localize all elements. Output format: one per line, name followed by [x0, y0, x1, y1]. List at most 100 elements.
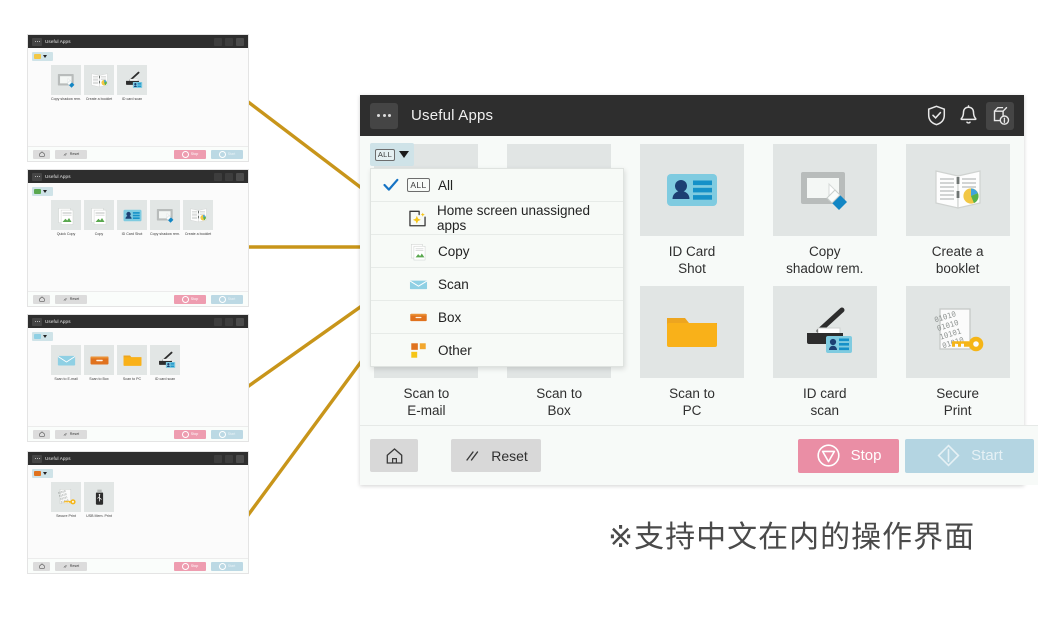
- secure-print-key-icon: 0101001010 1010101010: [926, 300, 990, 364]
- scan-envelope-icon: [408, 274, 429, 295]
- dropdown-item-box[interactable]: Box: [371, 301, 623, 334]
- app-tile[interactable]: [640, 286, 744, 378]
- printer-status-icon: [236, 38, 244, 46]
- app-item-id-card-shot[interactable]: ID Card Shot: [626, 144, 759, 286]
- reset-slashes-icon: [63, 564, 68, 569]
- reset-button: Reset: [55, 150, 87, 159]
- app-item-copy-shadow-rem[interactable]: Copy shadow rem.: [758, 144, 891, 286]
- start-label: Start: [228, 564, 236, 568]
- home-icon: [39, 296, 45, 302]
- thumb-app-label: Secure Print: [51, 514, 81, 518]
- printer-status-icon: [236, 455, 244, 463]
- thumb-header: Useful Apps: [28, 315, 248, 328]
- dropdown-item-all[interactable]: ALL All: [371, 169, 623, 202]
- thumb-header: Useful Apps: [28, 452, 248, 465]
- dropdown-item-home-screen-unassigned-apps[interactable]: Home screen unassigned apps: [371, 202, 623, 235]
- shield-check-icon: [214, 318, 222, 326]
- reset-button: Reset: [55, 430, 87, 439]
- filter-all-badge: ALL: [375, 149, 395, 161]
- thumb-app-tile: 0101001010 1010101010: [51, 482, 81, 512]
- chevron-down-icon: [43, 55, 47, 58]
- thumb-body: Copy shadow rem. Create a booklet: [28, 48, 248, 146]
- open-booklet-icon: [926, 158, 990, 222]
- filter-dropdown-menu[interactable]: ALL All Home screen unassigned apps Copy…: [370, 168, 624, 367]
- app-item-secure-print[interactable]: 0101001010 1010101010 Secure Print: [891, 286, 1024, 428]
- start-button[interactable]: Start: [905, 439, 1034, 473]
- start-button: Start: [211, 562, 243, 571]
- thumb-app-label: Copy shadow rem.: [51, 97, 81, 101]
- start-diamond-icon: [219, 563, 226, 570]
- chevron-down-icon: [43, 190, 47, 193]
- thumbnail-panel-scan: Useful Apps Scan to E-mail Scan to Box: [28, 315, 248, 441]
- dropdown-item-label: Home screen unassigned apps: [437, 203, 611, 233]
- thumb-filter-chip: [32, 332, 53, 341]
- app-label: ID Card Shot: [669, 244, 716, 277]
- bottom-toolbar: Reset Stop Start: [360, 425, 1038, 485]
- thumb-app-item: Copy: [84, 200, 114, 236]
- stop-button: Stop: [174, 430, 206, 439]
- thumb-app-item: USB Mem. Print: [84, 482, 114, 518]
- thumb-app-label: ID card scan: [150, 377, 180, 381]
- stop-button: Stop: [174, 150, 206, 159]
- thumb-app-item: Create a booklet: [84, 65, 114, 101]
- app-label: Secure Print: [936, 386, 979, 419]
- dropdown-item-icon: [408, 340, 429, 361]
- app-label: Scan to E-mail: [404, 386, 450, 419]
- reset-button[interactable]: Reset: [451, 439, 541, 472]
- filter-dropdown-button[interactable]: ALL: [370, 143, 414, 166]
- chevron-down-icon: [43, 335, 47, 338]
- thumb-app-item: ID Card Shot: [117, 200, 147, 236]
- stop-octagon-icon: [182, 431, 189, 438]
- reset-label: Reset: [70, 152, 79, 156]
- app-label: Scan to PC: [669, 386, 715, 419]
- dropdown-item-other[interactable]: Other: [371, 334, 623, 366]
- home-icon: [39, 563, 45, 569]
- stop-octagon-icon: [182, 151, 189, 158]
- secure-print-key-icon: 0101001010 1010101010: [55, 486, 78, 509]
- thumb-app-tile: [117, 65, 147, 95]
- start-label: Start: [971, 447, 1003, 464]
- app-tile[interactable]: [773, 144, 877, 236]
- dropdown-item-icon: [407, 208, 428, 229]
- printer-status-icon: [236, 173, 244, 181]
- thumb-app-grid: Quick Copy Copy ID Card Shot: [51, 200, 213, 236]
- home-button: [33, 295, 50, 304]
- printer-status-icon[interactable]: [986, 102, 1014, 130]
- start-diamond-icon: [936, 443, 961, 468]
- stop-button[interactable]: Stop: [798, 439, 899, 473]
- app-item-create-a-booklet[interactable]: Create a booklet: [891, 144, 1024, 286]
- app-tile[interactable]: 0101001010 1010101010: [906, 286, 1010, 378]
- shield-check-icon[interactable]: [922, 102, 950, 130]
- thumb-filter-icon: [34, 471, 41, 476]
- app-tile[interactable]: [640, 144, 744, 236]
- overflow-dots-icon: [32, 38, 42, 46]
- thumb-app-label: Quick Copy: [51, 232, 81, 236]
- thumb-app-tile: [84, 200, 114, 230]
- bell-icon[interactable]: [954, 102, 982, 130]
- home-button[interactable]: [370, 439, 418, 472]
- start-label: Start: [228, 152, 236, 156]
- dropdown-item-icon: [408, 307, 429, 328]
- start-diamond-icon: [219, 431, 226, 438]
- stop-label: Stop: [191, 152, 198, 156]
- reset-label: Reset: [491, 448, 528, 464]
- reset-label: Reset: [70, 564, 79, 568]
- home-icon: [39, 151, 45, 157]
- app-item-scan-to-pc[interactable]: Scan to PC: [626, 286, 759, 428]
- folder-icon: [121, 349, 144, 372]
- reset-slashes-icon: [464, 448, 482, 464]
- app-tile[interactable]: [906, 144, 1010, 236]
- printer-status-icon: [236, 318, 244, 326]
- overflow-dots-icon: [32, 318, 42, 326]
- overflow-dots-icon[interactable]: [370, 103, 398, 129]
- app-tile[interactable]: [773, 286, 877, 378]
- dropdown-item-scan[interactable]: Scan: [371, 268, 623, 301]
- dropdown-item-copy[interactable]: Copy: [371, 235, 623, 268]
- app-item-id-card-scan[interactable]: ID card scan: [758, 286, 891, 428]
- thumb-app-tile: [150, 200, 180, 230]
- open-booklet-icon: [88, 69, 111, 92]
- dropdown-item-icon: [408, 241, 429, 262]
- thumb-title: Useful Apps: [45, 174, 71, 179]
- id-card-icon: [660, 158, 724, 222]
- thumb-app-label: Create a booklet: [183, 232, 213, 236]
